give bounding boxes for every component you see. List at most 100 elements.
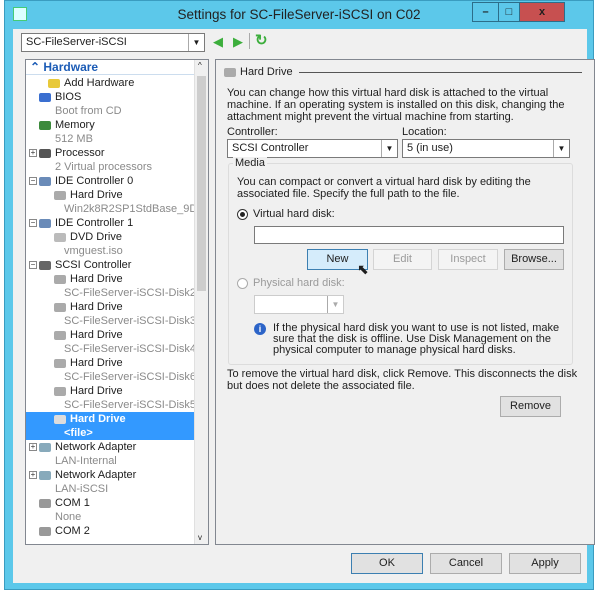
phys-radio-label: Physical hard disk: xyxy=(253,277,345,289)
tree-item-detail: Win2k8R2SP1StdBase_9DB... xyxy=(64,203,209,215)
tree-item[interactable]: Hard Drive SC-FileServer-iSCSI-Disk2.... xyxy=(26,272,209,300)
tree-item[interactable]: COM 2 xyxy=(26,524,196,538)
tree-item[interactable]: BIOS Boot from CD xyxy=(26,90,196,118)
forward-arrow-icon[interactable]: ▶ xyxy=(233,34,243,50)
scroll-up-icon[interactable]: ^ xyxy=(198,61,202,70)
tree-item-row: SCSI Controller xyxy=(26,258,196,272)
apply-button[interactable]: Apply xyxy=(509,553,581,574)
virtual-hard-disk-radio[interactable]: Virtual hard disk: xyxy=(237,208,335,220)
ok-button[interactable]: OK xyxy=(351,553,423,574)
browse-button[interactable]: Browse... xyxy=(504,249,564,270)
tree-item[interactable]: Hard Drive SC-FileServer-iSCSI-Disk6.... xyxy=(26,356,208,384)
tree-item-label: Memory xyxy=(55,119,95,131)
info-icon: i xyxy=(254,323,266,335)
com-port-icon xyxy=(39,498,51,508)
tree-item[interactable]: − IDE Controller 0 xyxy=(26,174,196,188)
vm-selector[interactable]: SC-FileServer-iSCSI ▼ xyxy=(21,33,205,52)
tree-item-row: Hard Drive xyxy=(26,412,196,426)
maximize-button[interactable]: □ xyxy=(498,2,520,22)
tree-item[interactable]: Hard Drive SC-FileServer-iSCSI-Disk4.... xyxy=(26,328,208,356)
collapse-icon: ⌃ xyxy=(30,60,44,74)
tree-item-detail: SC-FileServer-iSCSI-Disk3.... xyxy=(64,315,209,327)
back-arrow-icon[interactable]: ◀ xyxy=(213,34,223,50)
tree-item-row: Hard Drive xyxy=(26,188,196,202)
bios-icon xyxy=(39,92,51,102)
tree-scrollbar[interactable]: ^ v xyxy=(194,60,208,544)
media-label: Media xyxy=(233,157,267,169)
tree-item[interactable]: Add Hardware xyxy=(26,76,196,90)
tree-item-row: IDE Controller 0 xyxy=(26,174,196,188)
tree-item[interactable]: Hard Drive Win2k8R2SP1StdBase_9DB... xyxy=(26,188,209,216)
tree-item[interactable]: + Network Adapter LAN-Internal xyxy=(26,440,196,468)
hard-drive-icon xyxy=(54,274,66,284)
controller-label: Controller: xyxy=(227,126,278,138)
tree-item-label: BIOS xyxy=(55,91,82,103)
tree-item-detail: Boot from CD xyxy=(55,105,122,117)
scroll-down-icon[interactable]: v xyxy=(198,533,202,542)
memory-icon xyxy=(39,120,51,130)
tree-item[interactable]: DVD Drive vmguest.iso xyxy=(26,230,196,258)
tree-item-row: IDE Controller 1 xyxy=(26,216,196,230)
tree-item[interactable]: − SCSI Controller xyxy=(26,258,196,272)
location-value: 5 (in use) xyxy=(407,142,453,154)
scrollbar-thumb[interactable] xyxy=(197,76,206,291)
ide-controller-icon xyxy=(39,218,51,228)
processor-icon xyxy=(39,148,51,158)
hard-drive-icon xyxy=(224,67,236,77)
tree-item-row: Network Adapter xyxy=(26,468,196,482)
tree-item-detail: LAN-iSCSI xyxy=(55,483,109,495)
hard-drive-icon xyxy=(54,414,66,424)
attach-description: You can change how this virtual hard dis… xyxy=(227,87,565,123)
chevron-down-icon: ▼ xyxy=(188,34,204,51)
tree-item[interactable]: Hard Drive SC-FileServer-iSCSI-Disk3.... xyxy=(26,300,209,328)
tree-item[interactable]: COM 1 None xyxy=(26,496,196,524)
close-button[interactable]: x xyxy=(519,2,565,22)
hardware-section-header[interactable]: ⌃ Hardware xyxy=(26,60,196,75)
tree-item-row: Memory xyxy=(26,118,196,132)
tree-item-row: Network Adapter xyxy=(26,440,196,454)
tree-item[interactable]: − IDE Controller 1 xyxy=(26,216,196,230)
scsi-controller-icon xyxy=(39,260,51,270)
tree-item-detail: SC-FileServer-iSCSI-Disk2.... xyxy=(64,287,209,299)
remove-description: To remove the virtual hard disk, click R… xyxy=(227,368,578,392)
hard-drive-icon xyxy=(54,330,66,340)
tree-item-row: Hard Drive xyxy=(26,300,196,314)
tree-item-label: COM 1 xyxy=(55,497,90,509)
tree-item-row: Hard Drive xyxy=(26,272,196,286)
tree-item[interactable]: + Processor 2 Virtual processors xyxy=(26,146,196,174)
tree-item[interactable]: + Network Adapter LAN-iSCSI xyxy=(26,468,196,496)
hard-drive-panel: Hard Drive You can change how this virtu… xyxy=(215,59,595,545)
tree-item-label: DVD Drive xyxy=(70,231,122,243)
chevron-down-icon: ▼ xyxy=(381,140,397,157)
remove-button[interactable]: Remove xyxy=(500,396,561,417)
tree-item-row: BIOS xyxy=(26,90,196,104)
physical-hard-disk-radio: Physical hard disk: xyxy=(237,277,345,289)
tree-item-label: Hard Drive xyxy=(70,301,123,313)
tree-item-row: Hard Drive xyxy=(26,356,196,370)
tree-item-label: Network Adapter xyxy=(55,469,137,481)
controller-value: SCSI Controller xyxy=(232,142,309,154)
tree-item[interactable]: Hard Drive SC-FileServer-iSCSI-Disk5.... xyxy=(26,384,208,412)
section-title: Hard Drive xyxy=(240,66,293,78)
ide-controller-icon xyxy=(39,176,51,186)
hardware-tree[interactable]: ⌃ Hardware Add Hardware BIOS Boot from CD M… xyxy=(25,59,209,545)
location-label: Location: xyxy=(402,126,447,138)
com-port-icon xyxy=(39,526,51,536)
controller-select[interactable]: SCSI Controller ▼ xyxy=(227,139,398,158)
tree-item-detail: None xyxy=(55,511,82,523)
refresh-icon[interactable]: ↻ xyxy=(255,31,268,49)
tree-item-label: Hard Drive xyxy=(70,329,123,341)
location-select[interactable]: 5 (in use) ▼ xyxy=(402,139,570,158)
vhd-path-input[interactable] xyxy=(254,226,564,244)
tree-item[interactable]: Hard Drive <file> xyxy=(26,412,196,440)
minimize-button[interactable]: – xyxy=(472,2,499,22)
vhd-radio-label: Virtual hard disk: xyxy=(253,208,335,220)
tree-item-row: COM 1 xyxy=(26,496,196,510)
tree-item-label: IDE Controller 0 xyxy=(55,175,134,187)
tree-item-label: Network Adapter xyxy=(55,441,137,453)
tree-item[interactable]: Memory 512 MB xyxy=(26,118,196,146)
network-adapter-icon xyxy=(39,442,51,452)
cancel-button[interactable]: Cancel xyxy=(430,553,502,574)
tree-item-label: Hard Drive xyxy=(70,413,126,425)
inspect-button: Inspect xyxy=(438,249,498,270)
